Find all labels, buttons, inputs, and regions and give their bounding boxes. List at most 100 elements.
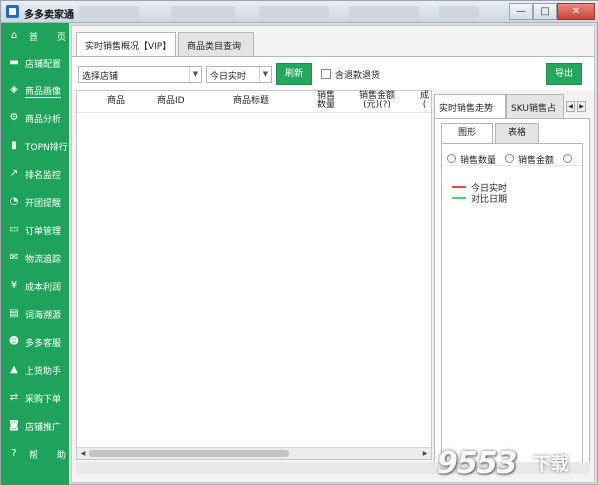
analytics-icon: ⚙ <box>9 112 19 123</box>
sidebar-item-logistics[interactable]: ✉ 物流追踪 <box>1 245 69 271</box>
tab-scroll-left-icon[interactable]: ◀ <box>566 101 575 112</box>
shop-select[interactable]: 选择店铺 ▼ <box>78 66 202 83</box>
legend-compare-label: 对比日期 <box>471 195 508 205</box>
column-header-title[interactable]: 商品标题 <box>233 97 269 106</box>
sidebar-item-label: 首 页 <box>29 33 74 43</box>
tab-sku-share[interactable]: SKU销售占 <box>506 94 564 118</box>
chart-area: 销售数量 销售金额 今日实时 对比日期 <box>441 143 583 468</box>
trend-tabbar: 实时销售走势 SKU销售占 ◀ ▶ <box>434 90 590 118</box>
sidebar-item-product-profile[interactable]: ◈ 商品画像 <box>1 77 69 103</box>
column-header-product-id[interactable]: 商品ID <box>157 97 185 106</box>
sidebar-item-label: 订单管理 <box>25 227 62 237</box>
subtab-table[interactable]: 表格 <box>495 123 539 143</box>
sales-grid: 商品 商品ID 商品标题 销售 数量 销售金额 (元)(?) 成 ( ◀ ▶ <box>76 90 432 460</box>
sidebar-item-cost-profit[interactable]: ¥ 成本利润 <box>1 273 69 299</box>
sidebar-item-order-management[interactable]: ▭ 订单管理 <box>1 217 69 243</box>
tab-scroll-right-icon[interactable]: ▶ <box>577 101 586 112</box>
help-icon: ? <box>11 448 17 459</box>
toolbar: 选择店铺 ▼ 今日实时 ▼ 刷新 含退款退货 导出 <box>72 56 594 90</box>
column-header-quantity[interactable]: 销售 数量 <box>317 92 335 110</box>
legend-line-green <box>452 197 466 199</box>
column-header-cost[interactable]: 成 ( <box>420 92 429 110</box>
legend-compare: 对比日期 <box>452 192 572 205</box>
sidebar-item-product-analysis[interactable]: ⚙ 商品分析 <box>1 105 69 131</box>
radio-more[interactable] <box>563 154 572 163</box>
sidebar-item-label: 商品分析 <box>25 115 62 125</box>
watermark-suffix: 下载 <box>533 454 569 475</box>
trend-icon: ↗ <box>9 168 19 179</box>
scroll-right-icon[interactable]: ▶ <box>420 449 430 458</box>
sidebar-item-group-reminder[interactable]: ◔ 开团提醒 <box>1 189 69 215</box>
bar-chart-icon: ▮ <box>11 140 17 151</box>
horizontal-scrollbar[interactable]: ◀ ▶ <box>77 447 431 459</box>
close-button[interactable]: ✕ <box>557 3 595 20</box>
sidebar-item-label: TOPN排行 <box>25 143 68 153</box>
sidebar-item-label: 排名监控 <box>25 171 62 181</box>
shop-select-value: 选择店铺 <box>82 72 119 82</box>
people-icon: ☻ <box>8 336 20 347</box>
sidebar-item-help[interactable]: ? 帮 助 <box>1 441 69 467</box>
radio-quantity[interactable] <box>447 154 456 163</box>
legend-line-red <box>452 186 466 188</box>
app-logo-icon <box>6 5 19 18</box>
sidebar: ⌂ 首 页 ▬ 店铺配置 ◈ 商品画像 ⚙ 商品分析 ▮ TOPN排行 ↗ 排名… <box>1 23 69 485</box>
grid-header: 商品 商品ID 商品标题 销售 数量 销售金额 (元)(?) 成 ( <box>77 91 431 113</box>
time-select-value: 今日实时 <box>210 72 247 82</box>
view-subtabs: 图形 表格 <box>441 123 581 143</box>
sidebar-item-label: 词海溯源 <box>25 311 62 321</box>
chevron-down-icon: ▼ <box>189 67 201 82</box>
watermark-text: 9553 <box>437 446 517 481</box>
metric-radio-group: 销售数量 销售金额 <box>447 152 582 166</box>
sidebar-item-customer-service[interactable]: ☻ 多多客服 <box>1 329 69 355</box>
tab-realtime-sales[interactable]: 实时销售概况【VIP】 <box>76 32 176 57</box>
trend-panel: 实时销售走势 SKU销售占 ◀ ▶ 图形 表格 销售数量 销售金额 今日实时 对… <box>434 90 590 474</box>
main-panel: 实时销售概况【VIP】 商品类目查询 选择店铺 ▼ 今日实时 ▼ 刷新 含退款退… <box>71 25 595 483</box>
car-icon: ◙ <box>9 420 19 431</box>
subtab-graph[interactable]: 图形 <box>441 123 493 143</box>
tab-sales-trend[interactable]: 实时销售走势 <box>434 94 506 118</box>
minimize-button[interactable]: — <box>509 3 533 20</box>
sidebar-item-label: 店铺配置 <box>25 60 62 70</box>
tab-category-query[interactable]: 商品类目查询 <box>178 32 254 56</box>
sidebar-item-rank-monitor[interactable]: ↗ 排名监控 <box>1 161 69 187</box>
time-select[interactable]: 今日实时 ▼ <box>206 66 272 83</box>
cart-icon: ▬ <box>9 57 19 68</box>
sidebar-item-label: 帮 助 <box>29 451 74 461</box>
export-button[interactable]: 导出 <box>546 63 582 85</box>
scrollbar-thumb[interactable] <box>89 450 289 457</box>
book-icon: ▤ <box>9 308 19 319</box>
main-tabbar: 实时销售概况【VIP】 商品类目查询 <box>72 26 594 57</box>
refund-checkbox-label: 含退款退货 <box>335 71 381 81</box>
radio-amount-label: 销售金额 <box>518 156 555 166</box>
blurred-taskbar-tabs <box>71 5 481 19</box>
sidebar-item-label: 开团提醒 <box>25 199 62 209</box>
column-header-product[interactable]: 商品 <box>107 97 125 106</box>
home-icon: ⌂ <box>10 30 18 41</box>
sidebar-item-label: 多多客服 <box>25 339 62 349</box>
app-window: 多多卖家通 — □ ✕ ⌂ 首 页 ▬ 店铺配置 ◈ 商品画像 ⚙ 商品分析 ▮… <box>0 0 598 485</box>
maximize-button[interactable]: □ <box>533 3 557 20</box>
sidebar-item-listing-helper[interactable]: ▲ 上货助手 <box>1 357 69 383</box>
exchange-icon: ⇄ <box>9 392 19 403</box>
trend-panel-body: 图形 表格 销售数量 销售金额 今日实时 对比日期 <box>434 118 590 474</box>
cube-icon: ◈ <box>10 84 18 95</box>
refund-checkbox[interactable] <box>321 69 331 79</box>
sidebar-item-shop-config[interactable]: ▬ 店铺配置 <box>1 50 69 76</box>
mail-icon: ✉ <box>9 252 19 263</box>
legend-today: 今日实时 <box>452 181 572 194</box>
sidebar-item-home[interactable]: ⌂ 首 页 <box>1 23 69 49</box>
radio-amount[interactable] <box>505 154 514 163</box>
folder-icon: ▭ <box>9 224 19 235</box>
sidebar-item-topn[interactable]: ▮ TOPN排行 <box>1 133 69 159</box>
scroll-left-icon[interactable]: ◀ <box>78 449 88 458</box>
refresh-button[interactable]: 刷新 <box>276 63 312 85</box>
column-header-amount[interactable]: 销售金额 (元)(?) <box>359 92 395 110</box>
road-icon: ▲ <box>10 364 18 375</box>
sidebar-item-label: 采购下单 <box>25 395 62 405</box>
sidebar-item-label: 上货助手 <box>25 367 62 377</box>
window-title: 多多卖家通 <box>24 10 74 21</box>
window-controls: — □ ✕ <box>509 3 595 20</box>
sidebar-item-keyword-source[interactable]: ▤ 词海溯源 <box>1 301 69 327</box>
sidebar-item-shop-promotion[interactable]: ◙ 店铺推广 <box>1 413 69 439</box>
sidebar-item-purchase-order[interactable]: ⇄ 采购下单 <box>1 385 69 411</box>
